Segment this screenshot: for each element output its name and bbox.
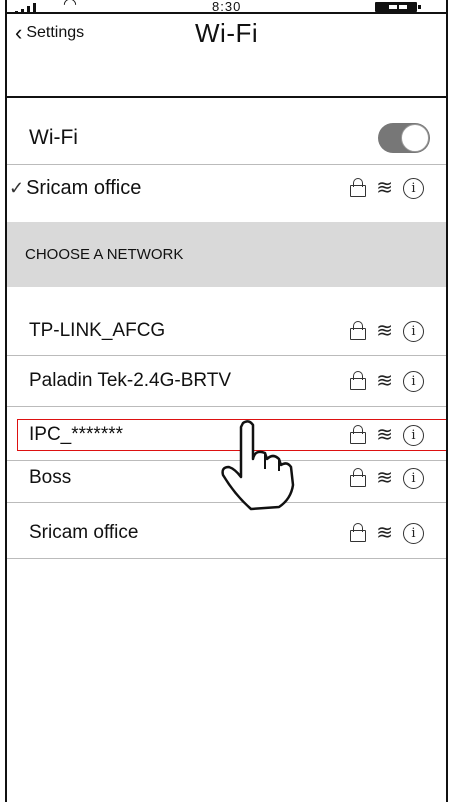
lock-icon [350,321,367,340]
lock-icon [350,523,367,542]
status-bar: ◠ 8:30 [7,0,446,14]
divider [7,355,446,356]
network-row[interactable]: TP-LINK_AFCG ≋ i [7,311,446,351]
wifi-signal-icon: ≋ [376,467,393,489]
network-icons: ≋ i [350,467,424,489]
section-header: CHOOSE A NETWORK [7,222,446,287]
network-row[interactable]: Sricam office ≋ i [7,513,446,553]
page-title: Wi-Fi [195,18,259,48]
wifi-toggle-switch[interactable] [378,123,430,153]
info-icon[interactable]: i [403,370,424,392]
network-icons: ≋ i [350,177,424,199]
wifi-signal-icon: ≋ [376,522,393,544]
info-icon[interactable]: i [403,177,424,199]
network-icons: ≋ i [350,424,424,446]
wifi-signal-icon: ≋ [376,177,393,199]
status-time: 8:30 [212,0,242,14]
wifi-signal-icon: ≋ [376,424,393,446]
connected-network-row[interactable]: ✓ Sricam office ≋ i [7,168,446,208]
divider [7,406,446,407]
back-button[interactable]: ‹ Settings [15,22,84,44]
wifi-signal-icon: ≋ [376,370,393,392]
battery-icon [375,2,421,12]
wifi-toggle-label: Wi-Fi [29,126,78,149]
lock-icon [350,178,367,197]
network-name: Paladin Tek-2.4G-BRTV [29,370,232,391]
wifi-toggle-row: Wi-Fi [7,118,446,158]
nav-bar: ‹ Settings Wi-Fi [7,14,446,98]
info-icon[interactable]: i [403,424,424,446]
network-name: Sricam office [29,522,139,543]
lock-icon [350,425,367,444]
info-icon[interactable]: i [403,467,424,489]
back-label: Settings [26,24,85,41]
info-icon[interactable]: i [403,320,424,342]
network-icons: ≋ i [350,320,424,342]
network-name: Boss [29,467,72,488]
network-name: TP-LINK_AFCG [29,320,166,341]
signal-icon [15,2,47,14]
wifi-signal-icon: ≋ [376,320,393,342]
checkmark-icon: ✓ [9,177,25,198]
divider [7,164,446,165]
network-icons: ≋ i [350,522,424,544]
lock-icon [350,468,367,487]
toggle-knob [401,124,429,152]
divider [7,558,446,559]
connected-network-name: Sricam office [26,176,142,199]
network-icons: ≋ i [350,370,424,392]
info-icon[interactable]: i [403,522,424,544]
network-name: IPC_******* [29,424,123,445]
pointing-hand-icon [221,420,295,511]
lock-icon [350,371,367,390]
chevron-left-icon: ‹ [15,20,23,45]
phone-frame: ◠ 8:30 ‹ Settings Wi-Fi Wi-Fi ✓ Sricam o… [5,0,448,802]
wifi-icon: ◠ [63,0,77,13]
network-row[interactable]: Paladin Tek-2.4G-BRTV ≋ i [7,361,446,401]
section-header-label: CHOOSE A NETWORK [25,246,184,263]
